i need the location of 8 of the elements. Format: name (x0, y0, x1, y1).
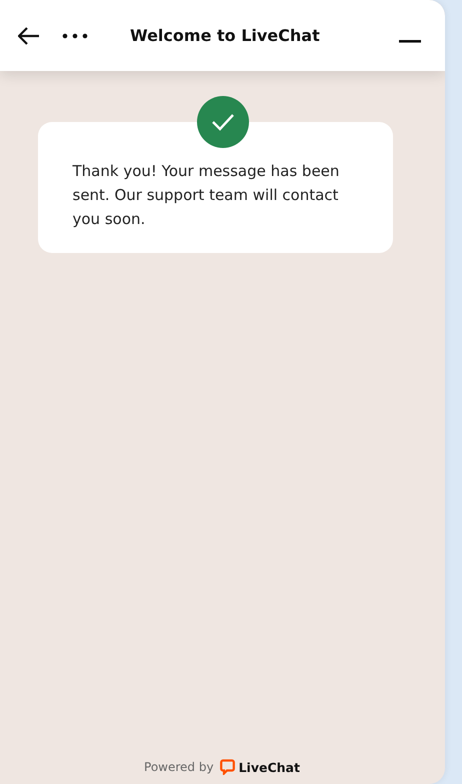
confirmation-message: Thank you! Your message has been sent. Our support team will contact you soon. (72, 161, 340, 230)
brand-link[interactable]: LiveChat (220, 759, 300, 775)
powered-by-label: Powered by (144, 760, 214, 774)
more-button[interactable] (62, 32, 88, 38)
minimize-button[interactable] (399, 40, 421, 43)
back-button[interactable] (18, 26, 40, 44)
chat-bubble-icon (220, 759, 235, 775)
window-title: Welcome to LiveChat (130, 26, 321, 45)
